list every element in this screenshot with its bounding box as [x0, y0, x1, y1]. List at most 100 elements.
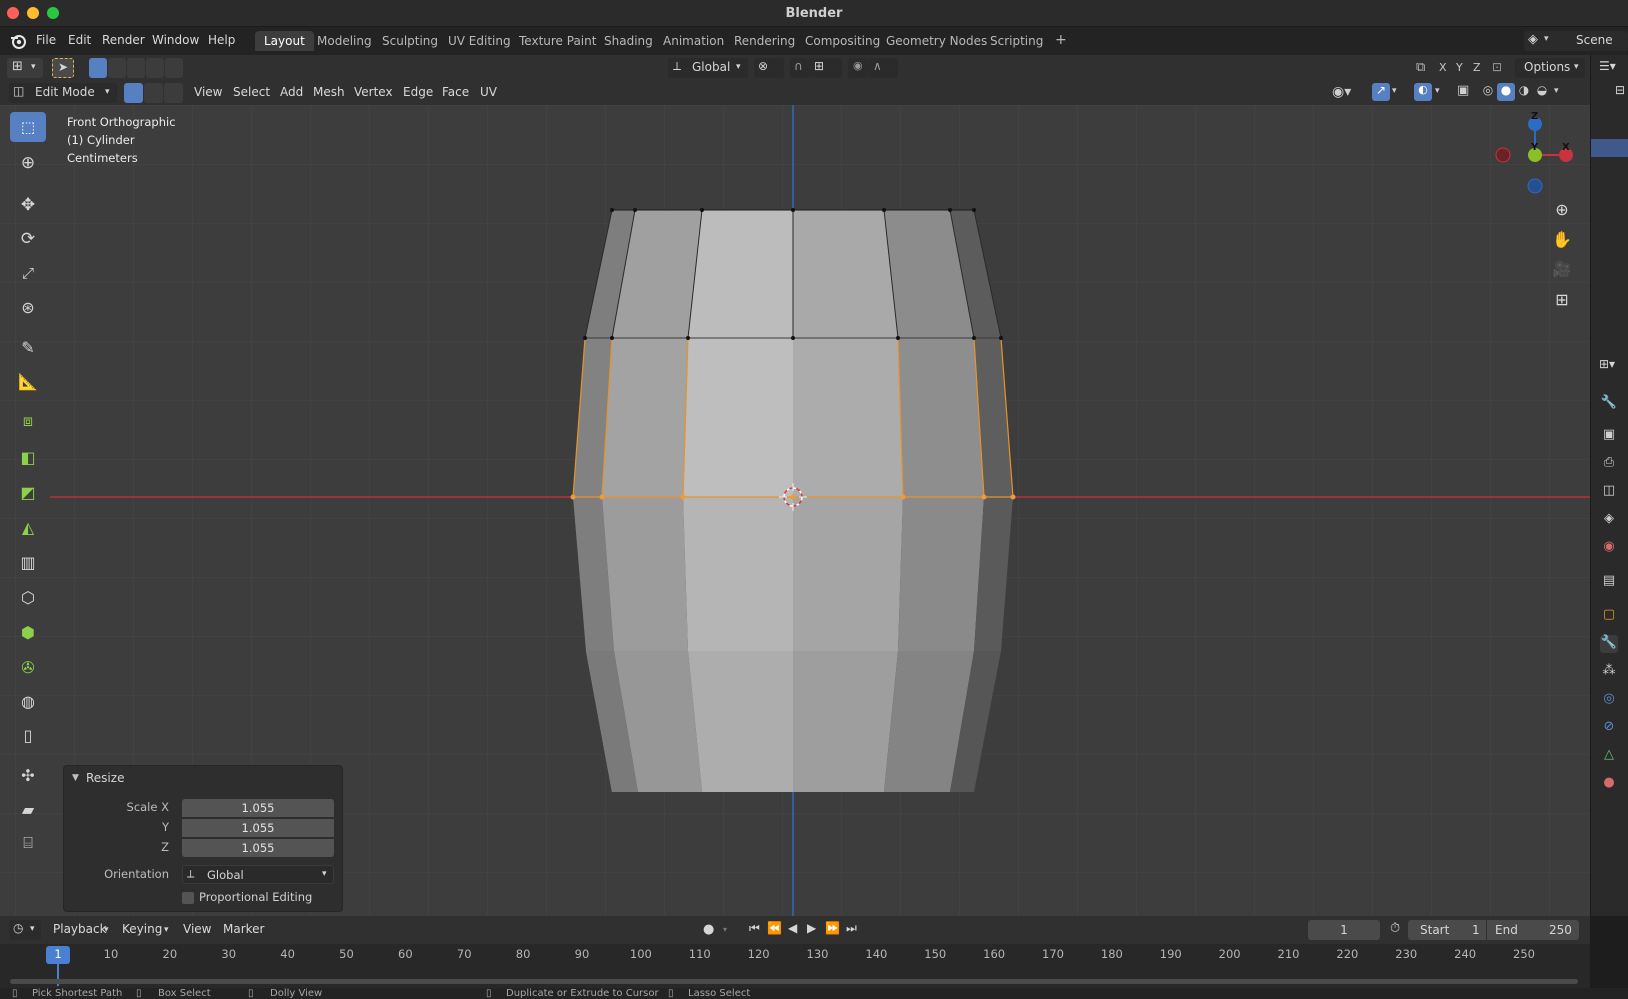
view-layer-properties-icon[interactable]: ◫: [1600, 483, 1618, 501]
menu-face[interactable]: Face: [442, 85, 469, 99]
tab-sculpting[interactable]: Sculpting: [373, 31, 447, 51]
start-frame-field[interactable]: Start 1: [1408, 920, 1486, 940]
mirror-icon[interactable]: ⧉: [1416, 60, 1425, 75]
rotate-tool[interactable]: ⟳: [10, 224, 46, 254]
bevel-tool[interactable]: ◭: [10, 512, 46, 542]
gizmo-dropdown-icon[interactable]: ▾: [1392, 86, 1397, 96]
orientation-dropdown[interactable]: ⟂ Global ▾: [182, 865, 334, 884]
solid-shading-button[interactable]: ●: [1497, 83, 1515, 101]
pivot-point-dropdown[interactable]: ⊗: [754, 58, 784, 78]
gizmo-neg-x-axis[interactable]: [1495, 147, 1511, 163]
collapse-arrow-icon[interactable]: ▼: [72, 773, 79, 783]
inset-tool[interactable]: ◩: [10, 477, 46, 507]
select-mode-subtract-button[interactable]: [127, 58, 145, 78]
properties-editor-button[interactable]: ⊞▾: [1599, 357, 1615, 371]
current-frame-field[interactable]: 1: [1308, 920, 1380, 940]
object-properties-icon[interactable]: ▢: [1600, 607, 1618, 625]
data-properties-icon[interactable]: △: [1600, 747, 1618, 765]
outliner-editor-button[interactable]: ☰▾: [1599, 59, 1616, 73]
tool-properties-icon[interactable]: 🔧: [1600, 395, 1618, 413]
jump-start-button[interactable]: ⏮: [749, 921, 760, 936]
tab-shading[interactable]: Shading: [595, 31, 662, 51]
extrude-tool[interactable]: ◧: [10, 442, 46, 472]
physics-properties-icon[interactable]: ◎: [1600, 691, 1618, 709]
timeline-area[interactable]: 10 20 30 40 50 60 70 80 90 100 110 120 130 140 150 160 1…: [0, 944, 1590, 988]
menu-select[interactable]: Select: [233, 85, 270, 99]
poly-build-tool[interactable]: ⬢: [10, 617, 46, 647]
face-select-mode-button[interactable]: [164, 83, 183, 103]
menu-add[interactable]: Add: [280, 85, 303, 99]
menu-keying[interactable]: Keying: [122, 922, 162, 936]
outliner-row-selected[interactable]: [1591, 139, 1628, 157]
smooth-tool[interactable]: ◍: [10, 686, 46, 716]
edge-slide-tool[interactable]: ▯: [10, 720, 46, 750]
record-button[interactable]: ●: [703, 922, 714, 937]
render-properties-icon[interactable]: ▣: [1600, 427, 1618, 445]
vertex-select-mode-button[interactable]: [124, 83, 143, 103]
mirror-y-toggle[interactable]: Y: [1456, 61, 1463, 74]
menu-uv[interactable]: UV: [480, 85, 497, 99]
transform-tool[interactable]: ⊛: [10, 292, 46, 322]
gizmo-toggle-icon[interactable]: ↗: [1372, 83, 1390, 101]
particles-properties-icon[interactable]: ⁂: [1600, 663, 1618, 681]
tab-texture-paint[interactable]: Texture Paint: [510, 31, 605, 51]
scene-properties-icon[interactable]: ◈: [1600, 511, 1618, 529]
timeline-scrollbar[interactable]: [10, 979, 1578, 984]
mirror-z-toggle[interactable]: Z: [1473, 61, 1481, 74]
camera-view-icon[interactable]: 🎥: [1548, 255, 1576, 283]
wireframe-shading-button[interactable]: ◎: [1479, 83, 1497, 101]
play-button[interactable]: ▶: [807, 921, 816, 935]
menu-view[interactable]: View: [194, 85, 222, 99]
editor-type-button[interactable]: ⊞ ▾: [7, 58, 43, 78]
menu-help[interactable]: Help: [208, 33, 235, 47]
tab-compositing[interactable]: Compositing: [796, 31, 889, 51]
options-dropdown[interactable]: Options ▾: [1515, 58, 1585, 78]
mirror-x-toggle[interactable]: X: [1439, 61, 1447, 74]
menu-marker[interactable]: Marker: [223, 922, 264, 936]
menu-vertex[interactable]: Vertex: [354, 85, 393, 99]
scale-tool[interactable]: ⤢: [10, 258, 46, 288]
output-properties-icon[interactable]: ⎙: [1600, 455, 1618, 473]
pan-hand-icon[interactable]: ✋: [1548, 225, 1576, 253]
stopwatch-icon[interactable]: ⏱: [1390, 921, 1400, 936]
add-workspace-button[interactable]: +: [1046, 31, 1076, 51]
knife-tool[interactable]: ⬡: [10, 582, 46, 612]
auto-merge-icon[interactable]: ⊡: [1492, 60, 1502, 74]
collection-properties-icon[interactable]: ▤: [1600, 573, 1618, 591]
rendered-shading-button[interactable]: ◒: [1533, 83, 1551, 101]
constraints-properties-icon[interactable]: ⊘: [1600, 719, 1618, 737]
move-tool[interactable]: ✥: [10, 190, 46, 220]
mode-dropdown[interactable]: ◫ Edit Mode ▾: [9, 83, 117, 103]
select-mode-extend-button[interactable]: [108, 58, 126, 78]
tab-modeling[interactable]: Modeling: [308, 31, 381, 51]
timeline-editor-type-button[interactable]: ◷ ▾: [9, 920, 41, 940]
visibility-eye-icon[interactable]: ◉▾: [1332, 84, 1351, 100]
menu-edge[interactable]: Edge: [403, 85, 433, 99]
play-reverse-button[interactable]: ◀: [788, 921, 797, 935]
select-box-tool[interactable]: ⬚: [10, 112, 46, 142]
tab-geometry-nodes[interactable]: Geometry Nodes: [877, 31, 996, 51]
world-properties-icon[interactable]: ◉: [1600, 539, 1618, 557]
menu-timeline-view[interactable]: View: [183, 922, 211, 936]
menu-file[interactable]: File: [36, 33, 56, 47]
loop-cut-tool[interactable]: ▥: [10, 547, 46, 577]
select-mode-intersect-button[interactable]: [165, 58, 183, 78]
select-mode-invert-button[interactable]: [146, 58, 164, 78]
annotate-tool[interactable]: ✎: [10, 332, 46, 362]
blender-logo-icon[interactable]: [9, 32, 27, 50]
menu-mesh[interactable]: Mesh: [313, 85, 345, 99]
modifier-properties-icon[interactable]: 🔧: [1600, 635, 1618, 653]
rip-region-tool[interactable]: ⌸: [10, 828, 46, 858]
proportional-editing-checkbox[interactable]: [182, 892, 194, 904]
tab-scripting[interactable]: Scripting: [981, 31, 1052, 51]
material-shading-button[interactable]: ◑: [1515, 83, 1533, 101]
xray-toggle-icon[interactable]: ▣: [1457, 83, 1469, 98]
cylinder-mesh[interactable]: [570, 208, 1016, 792]
tab-uv-editing[interactable]: UV Editing: [439, 31, 520, 51]
edge-select-mode-button[interactable]: [144, 83, 163, 103]
select-mode-new-button[interactable]: [89, 58, 107, 78]
gizmo-neg-z-axis[interactable]: [1527, 178, 1543, 194]
playhead-marker[interactable]: 1: [46, 946, 70, 964]
shear-tool[interactable]: ▰: [10, 794, 46, 824]
select-tool-icon[interactable]: ➤: [52, 58, 74, 78]
